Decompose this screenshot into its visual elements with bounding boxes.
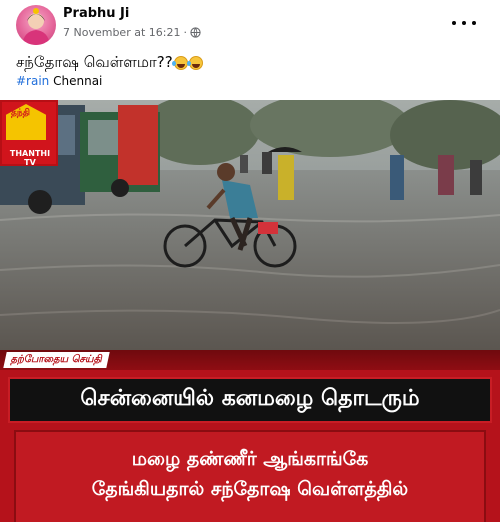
banner-brand: தற்போதைய செய்தி bbox=[3, 352, 110, 368]
post-caption: சந்தோஷ வெள்ளமா?? bbox=[16, 53, 203, 73]
avatar[interactable] bbox=[16, 5, 56, 45]
news-subline: தேங்கியதால் சந்தோஷ வெள்ளத்தில் bbox=[91, 478, 409, 500]
logo-top-text: தந்தி bbox=[11, 108, 31, 118]
caption-text: சந்தோஷ வெள்ளமா?? bbox=[16, 53, 173, 71]
more-options-icon[interactable] bbox=[452, 14, 476, 32]
post-meta: 7 November at 16:21 · bbox=[63, 26, 201, 39]
news-banner: தற்போதைய செய்தி சென்னையில் கனமழை தொடரும்… bbox=[0, 350, 500, 522]
hashtag-link[interactable]: #rain bbox=[16, 74, 49, 88]
channel-logo: தந்தி THANTHI TV bbox=[0, 100, 58, 167]
tears-of-joy-emoji bbox=[171, 56, 188, 70]
news-headline: சென்னையில் கனமழை தொடரும் bbox=[80, 386, 420, 411]
news-subline: மழை தண்ணீர் ஆங்காங்கே bbox=[131, 448, 369, 470]
author-name[interactable]: Prabhu Ji bbox=[63, 6, 129, 21]
post-tags: #rain Chennai bbox=[16, 74, 102, 88]
banner-strip: தற்போதைய செய்தி bbox=[0, 350, 500, 370]
post-timestamp[interactable]: 7 November at 16:21 bbox=[63, 26, 180, 39]
flooded-street-photo bbox=[0, 100, 500, 350]
logo-text: THANTHI TV bbox=[9, 149, 51, 167]
post-image[interactable]: தந்தி THANTHI TV தற்போதைய செய்தி சென்னைய… bbox=[0, 100, 500, 522]
meta-separator: · bbox=[183, 26, 187, 39]
tears-of-joy-emoji bbox=[186, 56, 203, 70]
location-text: Chennai bbox=[53, 74, 103, 88]
news-subtext: மழை தண்ணீர் ஆங்காங்கே தேங்கியதால் சந்தோஷ… bbox=[14, 430, 486, 522]
headline-bar: சென்னையில் கனமழை தொடரும் bbox=[8, 377, 492, 423]
facebook-post: Prabhu Ji 7 November at 16:21 · சந்தோஷ வ… bbox=[0, 0, 500, 522]
globe-icon bbox=[190, 27, 201, 38]
